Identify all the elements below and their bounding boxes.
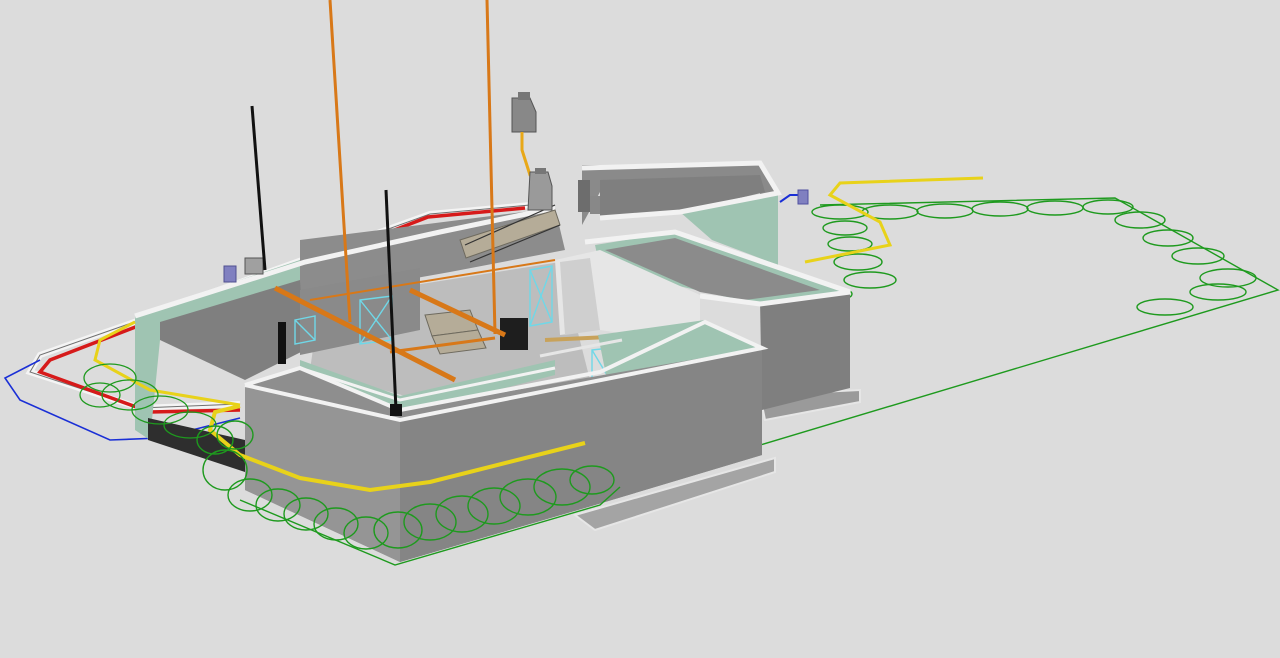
chimney-unit-short: [527, 168, 553, 211]
building-model-render: [3, 0, 1280, 566]
yellow-pipe-right: [804, 176, 984, 264]
black-vent-stack-1: [250, 105, 267, 271]
drain-fitting-right: [797, 189, 809, 205]
3d-model-viewport[interactable]: [0, 0, 1280, 658]
black-vent-base-2: [390, 404, 402, 416]
black-vent-base-1: [278, 322, 286, 364]
chimney-unit-tall: [511, 92, 541, 180]
